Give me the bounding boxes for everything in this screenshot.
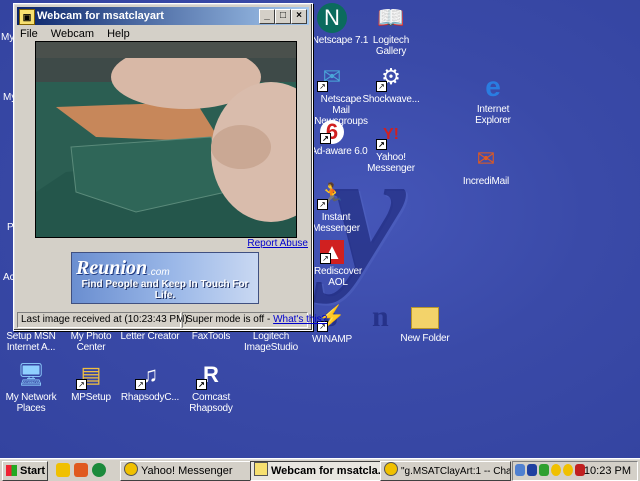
webcam-icon bbox=[254, 462, 268, 476]
system-tray: 10:23 PM bbox=[512, 461, 638, 481]
quicklaunch-incredimail-icon[interactable] bbox=[74, 463, 88, 477]
menu-bar: File Webcam Help bbox=[20, 28, 140, 42]
icon-logitech-imagestudio[interactable]: Logitech ImageStudio bbox=[232, 331, 310, 353]
shortcut-arrow-icon: ↗ bbox=[376, 81, 387, 92]
desktop: y o n My My P Ac N Netscape 7.1 📖 Logite… bbox=[0, 0, 640, 458]
aim-running-man-icon: 🏃 ↗ bbox=[317, 182, 346, 210]
menu-file[interactable]: File bbox=[20, 28, 38, 40]
icon-incredimail[interactable]: ✉ IncrediMail bbox=[447, 144, 525, 187]
clock[interactable]: 10:23 PM bbox=[584, 462, 631, 480]
shortcut-arrow-icon: ↗ bbox=[135, 379, 146, 390]
status-last-image: Last image received at (10:23:43 PM) bbox=[17, 312, 188, 328]
icon-label: Logitech Gallery bbox=[372, 35, 410, 57]
icon-label: Shockwave... bbox=[362, 94, 420, 105]
chat-icon bbox=[384, 462, 398, 476]
task-label: "g.MSATClayArt:1 -- Chat bbox=[401, 466, 511, 477]
icon-internet-explorer[interactable]: e Internet Explorer bbox=[454, 71, 532, 127]
folder-icon bbox=[411, 307, 439, 329]
network-computer-icon: 🖥 bbox=[17, 362, 45, 387]
icon-label: Internet Explorer bbox=[475, 104, 511, 126]
banner-tagline: Find People and Keep In Touch For Life. bbox=[81, 279, 249, 301]
tray-yahoo-icon[interactable] bbox=[551, 464, 561, 476]
icon-new-folder[interactable]: New Folder bbox=[386, 302, 464, 344]
task-chat[interactable]: "g.MSATClayArt:1 -- Chat bbox=[380, 461, 511, 481]
maximize-button[interactable]: □ bbox=[275, 9, 291, 24]
yahoo-smiley-icon: Y! ↗ bbox=[376, 120, 406, 150]
shortcut-arrow-icon: ↗ bbox=[320, 253, 331, 264]
incredimail-envelope-icon: ✉ bbox=[476, 146, 496, 171]
installer-box-icon: ▤ ↗ bbox=[76, 360, 106, 390]
shockwave-icon: ⚙ ↗ bbox=[376, 62, 406, 92]
webcam-image bbox=[36, 42, 296, 237]
book-icon: 📖 bbox=[377, 5, 405, 30]
tray-messenger-icon[interactable] bbox=[563, 464, 573, 476]
yahoo-icon bbox=[124, 462, 138, 476]
task-label: Webcam for msatcla... bbox=[271, 465, 381, 477]
webcam-app-icon: ▣ bbox=[19, 9, 35, 25]
tray-network-icon[interactable] bbox=[527, 464, 537, 476]
shortcut-arrow-icon: ↗ bbox=[76, 379, 87, 390]
menu-help[interactable]: Help bbox=[107, 28, 130, 40]
banner-logo-suffix: .com bbox=[148, 267, 170, 278]
quicklaunch-media-icon[interactable] bbox=[92, 463, 106, 477]
window-title: Webcam for msatclayart bbox=[37, 10, 164, 22]
rhapsody-r-icon: R ↗ bbox=[196, 360, 226, 390]
tray-n-icon[interactable] bbox=[539, 464, 549, 476]
status-super-mode: Super mode is off - What's this? bbox=[182, 312, 327, 328]
tray-speaker-icon[interactable] bbox=[515, 464, 525, 476]
quicklaunch-yahoo-icon[interactable] bbox=[56, 463, 70, 477]
minimize-button[interactable]: _ bbox=[259, 9, 275, 24]
rhapsody-icon: ♫ ↗ bbox=[135, 360, 165, 390]
task-label: Yahoo! Messenger bbox=[141, 465, 233, 477]
banner-logo: Reunion bbox=[76, 257, 148, 279]
task-webcam[interactable]: Webcam for msatcla... bbox=[250, 461, 381, 481]
shortcut-arrow-icon: ↗ bbox=[317, 81, 328, 92]
icon-label: Comcast Rhapsody bbox=[189, 392, 233, 414]
task-yahoo-messenger[interactable]: Yahoo! Messenger bbox=[120, 461, 251, 481]
shortcut-arrow-icon: ↗ bbox=[196, 379, 207, 390]
whats-this-link[interactable]: What's this? bbox=[273, 314, 327, 325]
windows-flag-icon bbox=[6, 465, 17, 476]
menu-webcam[interactable]: Webcam bbox=[51, 28, 94, 40]
webcam-video-feed bbox=[35, 41, 297, 238]
mail-icon: ✉ ↗ bbox=[317, 62, 347, 92]
icon-label: Yahoo! Messenger bbox=[367, 152, 415, 174]
close-button[interactable]: × bbox=[291, 9, 307, 24]
icon-comcast-rhapsody[interactable]: R ↗ Comcast Rhapsody bbox=[172, 360, 250, 414]
shortcut-arrow-icon: ↗ bbox=[320, 133, 331, 144]
start-label: Start bbox=[20, 465, 46, 477]
internet-explorer-icon: e bbox=[485, 71, 501, 102]
shortcut-arrow-icon: ↗ bbox=[376, 139, 387, 150]
icon-logitech-gallery[interactable]: 📖 Logitech Gallery bbox=[352, 3, 430, 57]
icon-label: New Folder bbox=[400, 333, 450, 344]
icon-shockwave[interactable]: ⚙ ↗ Shockwave... bbox=[352, 62, 430, 105]
icon-label: Logitech ImageStudio bbox=[244, 331, 298, 353]
icon-yahoo-messenger[interactable]: Y! ↗ Yahoo! Messenger bbox=[352, 120, 430, 174]
icon-label: IncrediMail bbox=[462, 176, 510, 187]
taskbar: Start Yahoo! Messenger Webcam for msatcl… bbox=[0, 458, 640, 481]
aol-triangle-icon: ▲ ↗ bbox=[320, 239, 344, 264]
netscape-icon: N bbox=[317, 3, 347, 33]
window-titlebar[interactable]: ▣ Webcam for msatclayart _ □ × bbox=[17, 7, 309, 25]
webcam-window: ▣ Webcam for msatclayart _ □ × File Webc… bbox=[13, 3, 327, 331]
report-abuse-link[interactable]: Report Abuse bbox=[247, 238, 308, 249]
ad-aware-icon: 6 ↗ bbox=[320, 120, 344, 144]
shortcut-arrow-icon: ↗ bbox=[317, 199, 328, 210]
start-button[interactable]: Start bbox=[2, 461, 48, 481]
super-mode-text: Super mode is off - bbox=[186, 314, 274, 325]
reunion-ad-banner[interactable]: Reunion .com Find People and Keep In Tou… bbox=[71, 252, 259, 304]
